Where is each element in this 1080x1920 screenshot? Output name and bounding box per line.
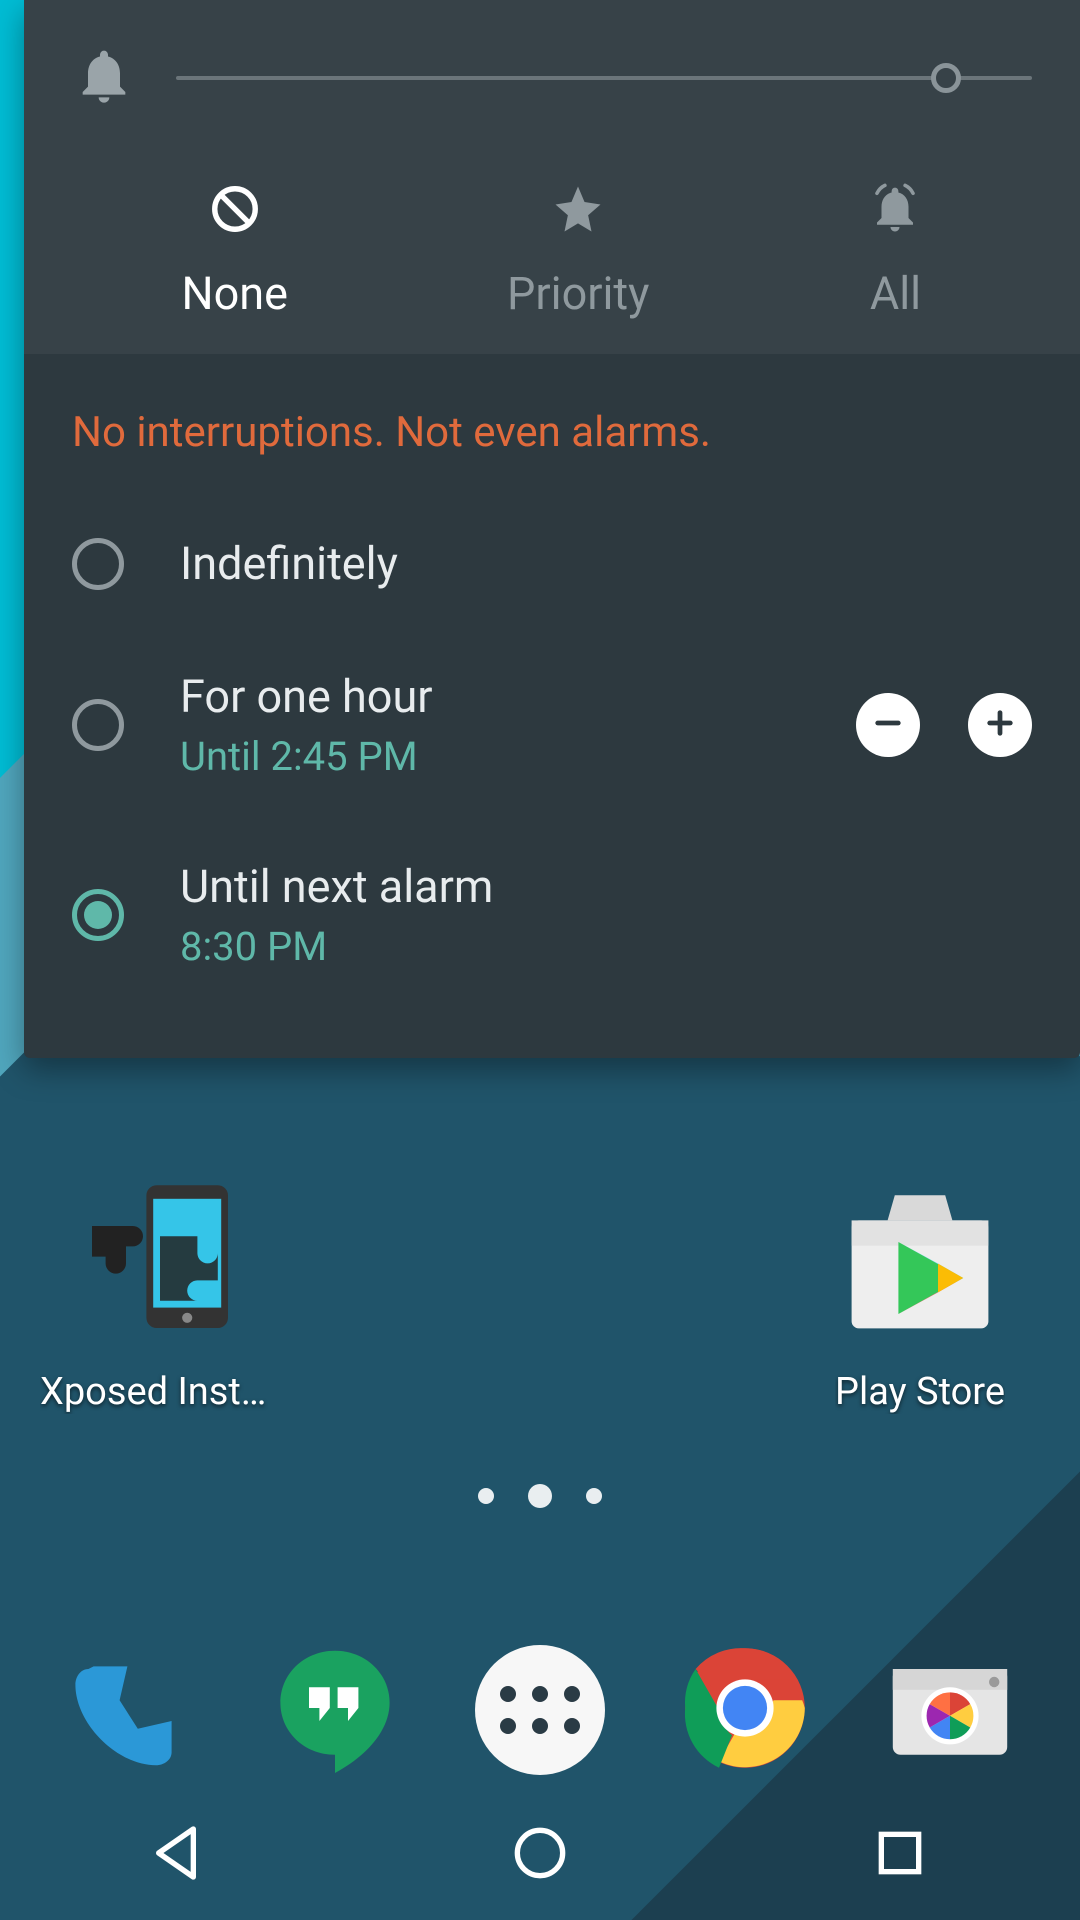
mode-priority[interactable]: Priority bbox=[507, 182, 649, 320]
play-store-icon bbox=[830, 1170, 1010, 1350]
mode-none[interactable]: None bbox=[182, 182, 288, 320]
dock-chrome[interactable] bbox=[675, 1640, 815, 1780]
home-icon bbox=[508, 1821, 572, 1889]
navigation-bar bbox=[0, 1790, 1080, 1920]
nav-home-button[interactable] bbox=[450, 1805, 630, 1905]
panel-body: No interruptions. Not even alarms. Indef… bbox=[24, 354, 1080, 1058]
mode-priority-label: Priority bbox=[507, 267, 649, 320]
option-subtitle: Until 2:45 PM bbox=[180, 733, 800, 780]
phone-icon bbox=[65, 1643, 195, 1777]
option-subtitle: 8:30 PM bbox=[180, 923, 1032, 970]
dock-camera[interactable] bbox=[880, 1640, 1020, 1780]
page-dot[interactable] bbox=[586, 1488, 602, 1504]
dock-app-drawer[interactable] bbox=[470, 1640, 610, 1780]
bell-icon bbox=[72, 44, 136, 112]
volume-row bbox=[72, 44, 1032, 112]
increase-button[interactable] bbox=[968, 693, 1032, 757]
radio-icon[interactable] bbox=[72, 889, 124, 941]
duration-options: Indefinitely For one hour Until 2:45 PM bbox=[72, 497, 1032, 1010]
mode-none-label: None bbox=[182, 267, 288, 320]
page-indicator[interactable] bbox=[0, 1488, 1080, 1508]
radio-icon[interactable] bbox=[72, 538, 124, 590]
volume-slider-thumb[interactable] bbox=[931, 63, 961, 93]
page-dot[interactable] bbox=[478, 1488, 494, 1504]
back-icon bbox=[148, 1821, 212, 1889]
app-label: Xposed Install.. bbox=[40, 1370, 280, 1414]
xposed-icon bbox=[70, 1170, 250, 1350]
mode-all[interactable]: All bbox=[868, 182, 922, 320]
app-drawer-icon bbox=[475, 1645, 605, 1775]
interruption-warning: No interruptions. Not even alarms. bbox=[72, 408, 1032, 457]
app-play-store[interactable]: Play Store bbox=[800, 1170, 1040, 1414]
option-indefinitely[interactable]: Indefinitely bbox=[72, 497, 1032, 630]
recents-icon bbox=[868, 1821, 932, 1889]
app-label: Play Store bbox=[835, 1370, 1005, 1414]
option-until-next-alarm[interactable]: Until next alarm 8:30 PM bbox=[72, 820, 1032, 1010]
option-for-one-hour[interactable]: For one hour Until 2:45 PM bbox=[72, 630, 1032, 820]
interruption-modes: None Priority All bbox=[72, 182, 1032, 320]
nav-back-button[interactable] bbox=[90, 1805, 270, 1905]
panel-header: None Priority All bbox=[24, 0, 1080, 354]
nav-recents-button[interactable] bbox=[810, 1805, 990, 1905]
home-screen-icons: Xposed Install.. Play Store bbox=[0, 1170, 1080, 1414]
option-title: Until next alarm bbox=[180, 860, 1032, 913]
radio-icon[interactable] bbox=[72, 699, 124, 751]
plus-icon bbox=[981, 704, 1019, 746]
option-title: Indefinitely bbox=[180, 537, 1032, 590]
option-title: For one hour bbox=[180, 670, 800, 723]
app-xposed-installer[interactable]: Xposed Install.. bbox=[40, 1170, 280, 1414]
star-icon bbox=[551, 182, 605, 247]
dock bbox=[0, 1640, 1080, 1780]
minus-icon bbox=[869, 704, 907, 746]
dock-hangouts[interactable] bbox=[265, 1640, 405, 1780]
chrome-icon bbox=[680, 1643, 810, 1777]
block-icon bbox=[208, 182, 262, 247]
decrease-button[interactable] bbox=[856, 693, 920, 757]
dock-phone[interactable] bbox=[60, 1640, 200, 1780]
duration-stepper bbox=[856, 693, 1032, 757]
interruption-panel: None Priority All No interruptions. Not … bbox=[24, 0, 1080, 1058]
mode-all-label: All bbox=[870, 267, 921, 320]
camera-icon bbox=[885, 1643, 1015, 1777]
bell-ring-icon bbox=[868, 182, 922, 247]
hangouts-icon bbox=[270, 1643, 400, 1777]
page-dot-active[interactable] bbox=[528, 1484, 552, 1508]
volume-slider[interactable] bbox=[176, 76, 1032, 80]
